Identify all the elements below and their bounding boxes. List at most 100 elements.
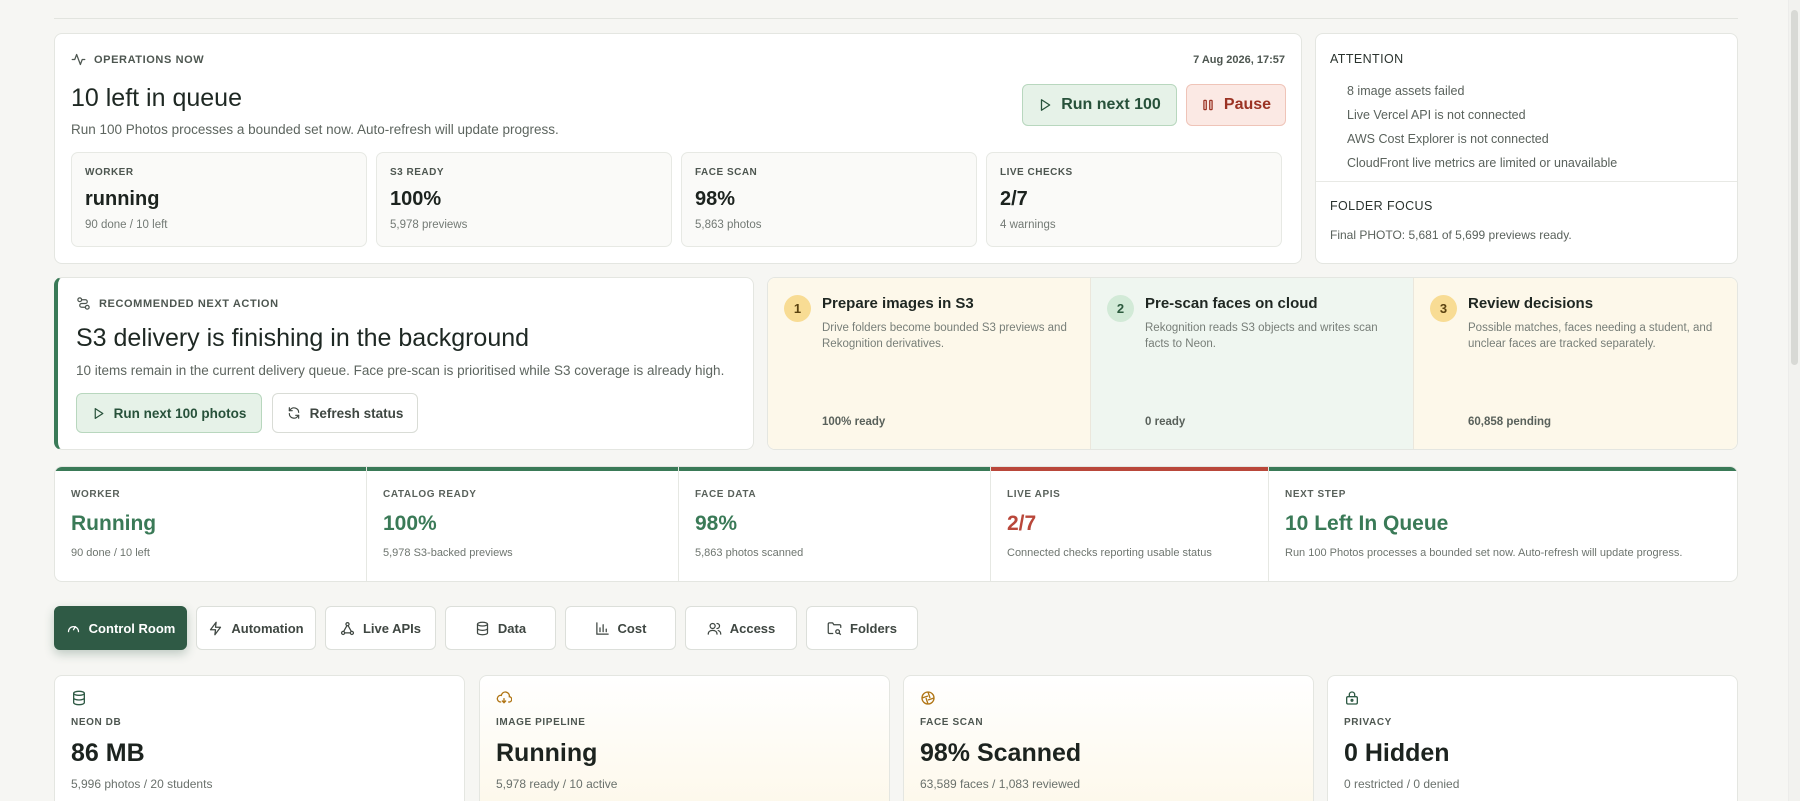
gauge-icon	[66, 621, 81, 636]
stat-live-checks: LIVE CHECKS 2/7 4 warnings	[986, 152, 1282, 247]
bar-chart-icon	[595, 621, 610, 636]
stat-face-scan: FACE SCAN 98% 5,863 photos	[681, 152, 977, 247]
stat-value: 100%	[390, 188, 442, 210]
run-next-100-photos-button[interactable]: Run next 100 photos	[76, 393, 262, 433]
metric-accent-bar	[1269, 467, 1737, 471]
metric-accent-bar	[367, 467, 678, 471]
attention-item: AWS Cost Explorer is not connected	[1347, 132, 1549, 146]
step-number-badge: 1	[784, 295, 811, 322]
step-status: 100% ready	[822, 416, 886, 428]
stat-label: S3 READY	[390, 167, 445, 178]
pipeline-steps: 1 Prepare images in S3 Drive folders bec…	[767, 277, 1738, 450]
stat-value: 2/7	[1000, 188, 1028, 210]
card-sub: 63,589 faces / 1,083 reviewed	[920, 777, 1081, 791]
recommended-description: 10 items remain in the current delivery …	[76, 363, 725, 378]
recommended-action-card: RECOMMENDED NEXT ACTION S3 delivery is f…	[54, 277, 754, 450]
card-face-scan: FACE SCAN 98% Scanned 63,589 faces / 1,0…	[903, 675, 1314, 801]
metric-worker: WORKER Running 90 done / 10 left	[55, 467, 367, 581]
refresh-icon	[287, 406, 301, 420]
metric-value: Running	[71, 512, 157, 535]
tab-data[interactable]: Data	[445, 606, 556, 650]
top-divider	[54, 18, 1738, 19]
card-privacy: PRIVACY 0 Hidden 0 restricted / 0 denied	[1327, 675, 1738, 801]
card-neon-db: NEON DB 86 MB 5,996 photos / 20 students	[54, 675, 465, 801]
lock-icon	[1344, 690, 1721, 706]
step-number-badge: 2	[1107, 295, 1134, 322]
card-sub: 0 restricted / 0 denied	[1344, 777, 1460, 791]
recommended-eyebrow: RECOMMENDED NEXT ACTION	[99, 297, 279, 310]
tab-live-apis[interactable]: Live APIs	[325, 606, 436, 650]
metric-accent-bar	[991, 467, 1268, 471]
pause-icon	[1201, 98, 1215, 112]
metric-strip: WORKER Running 90 done / 10 left CATALOG…	[54, 466, 1738, 582]
step-status: 60,858 pending	[1468, 416, 1552, 428]
operations-timestamp: 7 Aug 2026, 17:57	[1193, 54, 1285, 66]
metric-catalog-ready: CATALOG READY 100% 5,978 S3-backed previ…	[367, 467, 679, 581]
folder-search-icon	[827, 621, 842, 636]
tab-control-room[interactable]: Control Room	[54, 606, 187, 650]
stat-sub: 5,863 photos	[695, 219, 762, 231]
metric-sub: 90 done / 10 left	[71, 547, 150, 559]
attention-divider	[1316, 181, 1737, 182]
stat-label: FACE SCAN	[695, 167, 758, 178]
refresh-status-label: Refresh status	[309, 405, 404, 421]
step-title: Prepare images in S3	[822, 295, 974, 312]
tab-label: Folders	[850, 620, 897, 636]
operations-card: OPERATIONS NOW 7 Aug 2026, 17:57 10 left…	[54, 33, 1302, 264]
stat-value: running	[85, 188, 160, 210]
activity-icon	[71, 52, 86, 67]
metric-live-apis: LIVE APIS 2/7 Connected checks reporting…	[991, 467, 1269, 581]
operations-eyebrow: OPERATIONS NOW	[94, 53, 205, 66]
run-next-100-label: Run next 100	[1061, 96, 1161, 113]
card-label: PRIVACY	[1344, 717, 1392, 728]
route-icon	[76, 296, 91, 311]
tab-cost[interactable]: Cost	[565, 606, 676, 650]
step-description: Possible matches, faces needing a studen…	[1468, 322, 1713, 350]
page-scrollbar[interactable]	[1788, 0, 1800, 801]
attention-card: ATTENTION 8 image assets failed Live Ver…	[1315, 33, 1738, 264]
metric-label: CATALOG READY	[383, 489, 477, 500]
play-icon	[1038, 98, 1052, 112]
stat-sub: 5,978 previews	[390, 219, 468, 231]
stat-label: LIVE CHECKS	[1000, 167, 1073, 178]
tab-label: Automation	[231, 620, 304, 636]
scrollbar-thumb[interactable]	[1791, 10, 1798, 365]
attention-item: CloudFront live metrics are limited or u…	[1347, 156, 1618, 170]
metric-accent-bar	[55, 467, 366, 471]
metric-value: 100%	[383, 512, 437, 535]
card-image-pipeline: IMAGE PIPELINE Running 5,978 ready / 10 …	[479, 675, 890, 801]
card-value: 98% Scanned	[920, 739, 1082, 767]
metric-sub: Connected checks reporting usable status	[1007, 547, 1212, 559]
tab-automation[interactable]: Automation	[196, 606, 316, 650]
recommended-title: S3 delivery is finishing in the backgrou…	[76, 324, 530, 352]
cloud-sync-icon	[496, 690, 873, 706]
folder-focus-title: FOLDER FOCUS	[1330, 199, 1433, 213]
tab-label: Cost	[617, 620, 647, 636]
step-number-badge: 3	[1430, 295, 1457, 322]
step-title: Pre-scan faces on cloud	[1145, 295, 1318, 312]
card-value: 86 MB	[71, 739, 145, 767]
folder-focus-text: Final PHOTO: 5,681 of 5,699 previews rea…	[1330, 228, 1572, 242]
card-value: 0 Hidden	[1344, 739, 1450, 767]
step-description: Rekognition reads S3 objects and writes …	[1145, 322, 1378, 350]
operations-description: Run 100 Photos processes a bounded set n…	[71, 122, 559, 137]
card-value: Running	[496, 739, 598, 767]
metric-label: FACE DATA	[695, 489, 757, 500]
stat-value: 98%	[695, 188, 736, 210]
tab-access[interactable]: Access	[685, 606, 797, 650]
operations-title: 10 left in queue	[71, 84, 242, 112]
pause-button[interactable]: Pause	[1186, 84, 1286, 126]
tab-label: Live APIs	[362, 620, 422, 636]
metric-sub: Run 100 Photos processes a bounded set n…	[1285, 547, 1683, 559]
refresh-status-button[interactable]: Refresh status	[272, 393, 418, 433]
stat-sub: 90 done / 10 left	[85, 219, 168, 231]
run-next-100-button[interactable]: Run next 100	[1022, 84, 1177, 126]
database-icon	[71, 690, 448, 706]
tab-folders[interactable]: Folders	[806, 606, 918, 650]
metric-value: 10 Left In Queue	[1285, 512, 1449, 535]
tab-label: Control Room	[88, 620, 176, 636]
card-label: NEON DB	[71, 717, 122, 728]
step-prepare-images: 1 Prepare images in S3 Drive folders bec…	[768, 278, 1091, 449]
step-prescan-faces: 2 Pre-scan faces on cloud Rekognition re…	[1091, 278, 1414, 449]
tab-label: Access	[729, 620, 776, 636]
